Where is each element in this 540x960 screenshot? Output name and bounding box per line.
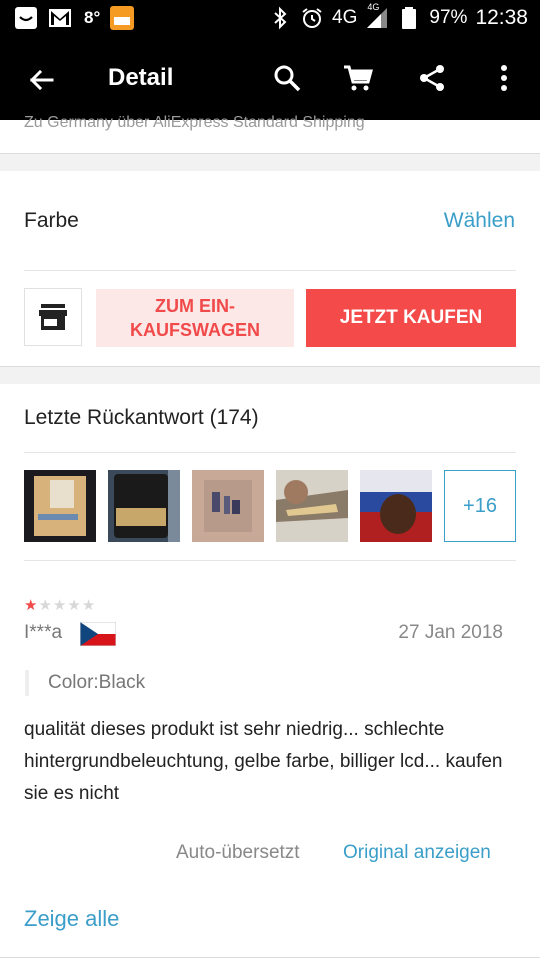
reviewer-name: I***a <box>24 622 63 643</box>
status-bar-left: 8° <box>14 6 135 30</box>
reviews-title: Letzte Rückantwort (174) <box>24 406 259 429</box>
star-icon: ★ <box>81 597 97 614</box>
review-text: qualität dieses produkt ist sehr niedrig… <box>24 719 503 804</box>
alarm-icon <box>302 8 322 28</box>
share-icon[interactable] <box>416 62 448 94</box>
buy-now-button[interactable]: JETZT KAUFEN <box>306 289 516 347</box>
more-photos-button[interactable]: +16 <box>444 470 516 542</box>
star-icon: ★ <box>67 597 82 614</box>
status-bar: 8° 4G 4G 97% 12:38 <box>0 0 540 36</box>
review-date: 27 Jan 2018 <box>398 622 503 643</box>
show-original-link[interactable]: Original anzeigen <box>343 842 491 864</box>
star-icon: ★ <box>38 597 53 614</box>
network-small: 4G <box>367 2 380 12</box>
add-to-cart-button[interactable]: ZUM EIN- KAUFSWAGEN <box>96 289 294 347</box>
color-label: Farbe <box>24 209 79 232</box>
clock: 12:38 <box>475 6 528 29</box>
review-photo-2[interactable] <box>108 470 180 542</box>
battery-percent: 97% <box>429 7 468 28</box>
section-divider <box>0 153 540 171</box>
cart-icon[interactable] <box>342 62 374 94</box>
search-icon[interactable] <box>271 62 303 94</box>
add-to-cart-line2: KAUFSWAGEN <box>130 320 260 340</box>
store-button[interactable] <box>24 288 82 346</box>
divider <box>24 270 516 271</box>
network-type: 4G <box>332 7 358 28</box>
smart-stat-app-icon <box>110 6 135 30</box>
auto-translated-label: Auto-übersetzt <box>176 842 300 863</box>
gmail-icon <box>49 9 71 27</box>
review-photo-4[interactable] <box>276 470 348 542</box>
review-photo-3[interactable] <box>192 470 264 542</box>
temperature: 8° <box>84 8 101 27</box>
page-title: Detail <box>108 64 174 91</box>
choose-color-link[interactable]: Wählen <box>444 209 515 233</box>
divider <box>24 560 516 561</box>
show-all-link[interactable]: Zeige alle <box>24 906 119 932</box>
status-bar-right: 4G 4G 97% 12:38 <box>268 2 528 30</box>
bluetooth-icon <box>274 6 287 30</box>
app-bar: Detail <box>0 36 540 120</box>
more-options-icon[interactable] <box>488 62 520 94</box>
czech-flag-icon <box>80 622 116 646</box>
quote-bar <box>25 670 29 696</box>
review-color: Color:Black <box>48 672 146 693</box>
divider <box>24 452 516 453</box>
section-divider <box>0 366 540 384</box>
shipping-info: Zu Germany über AliExpress Standard Ship… <box>24 114 365 131</box>
star-icon: ★ <box>24 597 39 614</box>
battery-icon <box>402 7 417 29</box>
star-icon: ★ <box>52 597 68 614</box>
store-icon <box>39 304 67 330</box>
signal-icon: 4G <box>365 2 389 30</box>
divider <box>0 957 540 958</box>
add-to-cart-line1: ZUM EIN- <box>155 296 235 316</box>
rating-stars: ★ ★ ★ ★ ★ <box>24 596 96 614</box>
smiley-notification-icon <box>15 7 37 29</box>
review-photo-1[interactable] <box>24 470 96 542</box>
review-photo-5[interactable] <box>360 470 432 542</box>
back-arrow-icon[interactable] <box>26 64 58 96</box>
